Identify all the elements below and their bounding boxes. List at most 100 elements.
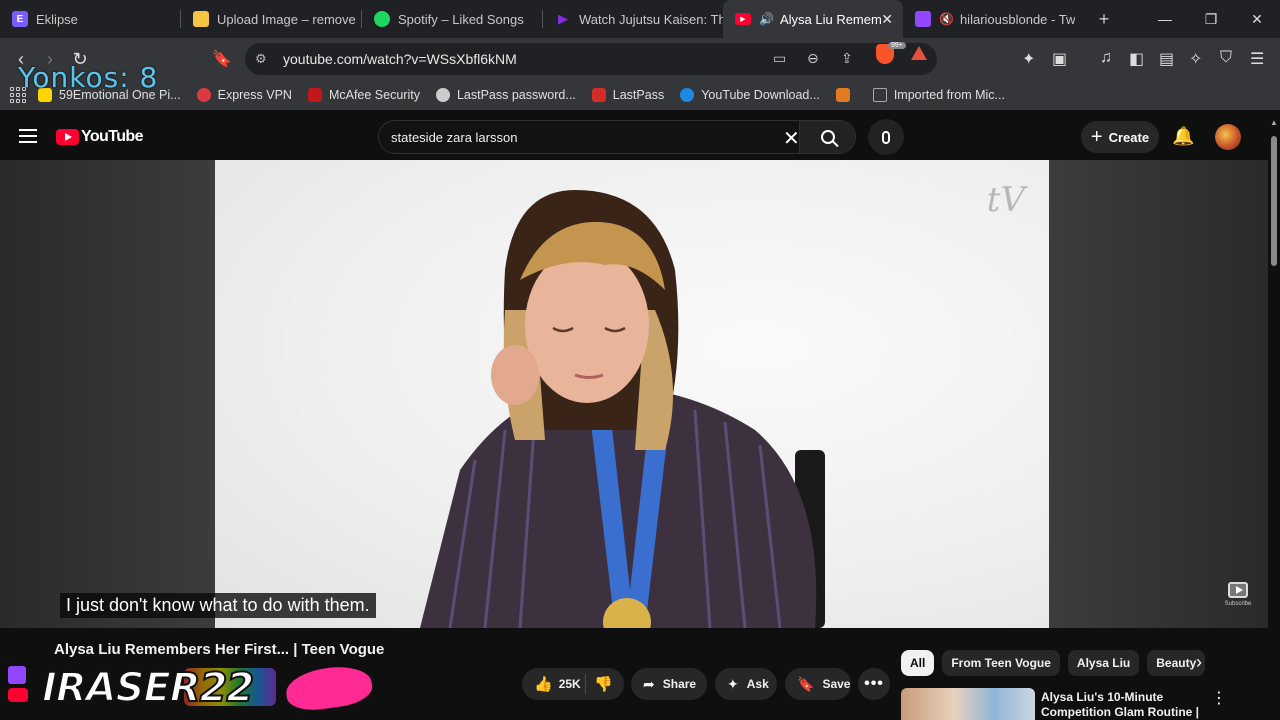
bookmark-item[interactable] — [835, 88, 857, 102]
recommended-thumbnail[interactable] — [901, 688, 1035, 720]
scroll-up-arrow-icon[interactable]: ▲ — [1270, 118, 1278, 127]
shields-badge: 99+ — [888, 42, 906, 49]
browser-tab-strip: E Eklipse Upload Image – remove Spotify … — [0, 0, 1280, 38]
address-bar[interactable]: ⚙ youtube.com/watch?v=WSsXbfl6kNM ▭ ⊖ ⇪ — [245, 43, 937, 75]
scrollbar-thumb[interactable] — [1271, 136, 1277, 266]
bookmark-item[interactable]: YouTube Download... — [680, 88, 820, 102]
tab-search-icon[interactable]: ▣ — [1052, 49, 1067, 69]
muted-speaker-icon[interactable]: 🔇 — [939, 12, 954, 26]
search-input[interactable]: stateside zara larsson ✕ — [378, 120, 856, 154]
chip-all[interactable]: All — [901, 650, 935, 676]
ask-button[interactable]: ✦ Ask — [715, 668, 777, 700]
share-page-icon[interactable]: ⇪ — [841, 50, 853, 67]
tab-upload-image[interactable]: Upload Image – remove — [181, 0, 361, 38]
bookmark-item[interactable]: LastPass password... — [435, 88, 576, 102]
thumbs-down-icon: 👎 — [594, 676, 613, 693]
bookmark-label: YouTube Download... — [701, 88, 820, 102]
create-label: Create — [1108, 129, 1150, 145]
browser-toolbar: ‹ › ↻ 🔖 ⚙ youtube.com/watch?v=WSsXbfl6kN… — [0, 38, 1280, 80]
tab-jujutsu-kaisen[interactable]: ▶ Watch Jujutsu Kaisen: Th — [543, 0, 723, 38]
window-controls: — ❐ ✕ — [1142, 0, 1280, 38]
plus-icon: + — [1090, 125, 1103, 148]
tab-title: Watch Jujutsu Kaisen: Th — [579, 11, 723, 27]
tab-title: Upload Image – remove — [217, 11, 356, 27]
new-tab-button[interactable]: + — [1089, 9, 1119, 30]
bookmark-icon: 🔖 — [797, 675, 815, 692]
cast-icon[interactable]: ▭ — [773, 50, 786, 67]
vpn-icon[interactable]: ⛉ — [1220, 49, 1232, 67]
share-button[interactable]: ➦ Share — [631, 668, 707, 700]
voice-search-button[interactable] — [868, 119, 904, 155]
brave-rewards-icon[interactable] — [911, 46, 927, 60]
more-actions-icon[interactable]: ••• — [858, 668, 890, 700]
tab-spotify[interactable]: Spotify – Liked Songs — [362, 0, 542, 38]
close-tab-icon[interactable]: ✕ — [881, 11, 893, 28]
save-button[interactable]: 🔖 Save — [785, 668, 851, 700]
video-frame[interactable]: tV — [215, 160, 1049, 628]
like-count: 25K — [558, 677, 581, 691]
clear-search-icon[interactable]: ✕ — [783, 126, 800, 151]
search-button[interactable] — [799, 121, 855, 153]
mcafee-icon — [307, 88, 322, 102]
avatar[interactable] — [1215, 124, 1241, 150]
zoom-icon[interactable]: ⊖ — [807, 50, 819, 67]
tab-title: Spotify – Liked Songs — [398, 11, 524, 27]
search-query: stateside zara larsson — [391, 130, 518, 145]
bookmark-page-icon[interactable]: 🔖 — [210, 47, 234, 71]
folder-icon — [872, 88, 887, 102]
tab-alysa-liu[interactable]: ▶ 🔊 Alysa Liu Remem ✕ — [723, 0, 903, 38]
page-scrollbar[interactable]: ▲ — [1268, 114, 1280, 720]
notifications-bell-icon[interactable]: 🔔 — [1172, 126, 1194, 147]
kebab-menu-icon[interactable]: ⋮ — [1211, 688, 1227, 708]
save-label: Save — [822, 677, 851, 691]
create-button[interactable]: + Create — [1081, 121, 1159, 153]
subscribe-watermark[interactable]: Subscribe — [1224, 582, 1252, 607]
guide-menu-icon[interactable] — [19, 129, 37, 143]
tab-title: hilariousblonde - Tw — [959, 11, 1076, 27]
expressvpn-icon — [196, 88, 211, 102]
chevron-right-icon[interactable]: › — [1196, 652, 1202, 673]
leo-ai-icon[interactable]: ✧ — [1189, 49, 1202, 69]
video-player[interactable]: tV Subscribe I just don't know what to d… — [0, 160, 1268, 628]
bookmark-folder[interactable]: Imported from Mic... — [872, 88, 1005, 102]
audio-bars-icon — [835, 88, 850, 102]
recommended-video[interactable]: Alysa Liu's 10-Minute Competition Glam R… — [901, 688, 1261, 720]
site-info-icon[interactable]: ⚙ — [255, 51, 267, 67]
extensions-icon[interactable]: ✦ — [1022, 49, 1035, 69]
search-icon — [820, 130, 835, 144]
minimize-icon[interactable]: — — [1142, 0, 1188, 38]
bookmark-item[interactable]: Express VPN — [196, 88, 292, 102]
thumbs-up-icon: 👍 — [534, 676, 553, 693]
tab-eklipse[interactable]: E Eklipse — [0, 0, 180, 38]
tab-title: Eklipse — [36, 11, 78, 27]
like-button[interactable]: 👍 25K — [522, 674, 586, 694]
microphone-icon — [882, 130, 890, 144]
speaker-icon[interactable]: 🔊 — [759, 12, 774, 26]
chip-alysa-liu[interactable]: Alysa Liu — [1067, 650, 1140, 676]
lastpass-icon — [591, 88, 606, 102]
recommended-title[interactable]: Alysa Liu's 10-Minute Competition Glam R… — [1041, 690, 1211, 720]
tab-hilariousblonde[interactable]: 🔇 hilariousblonde - Tw — [903, 0, 1083, 38]
upload-icon — [193, 11, 209, 27]
bookmark-item[interactable]: LastPass — [591, 88, 664, 102]
bookmark-label: McAfee Security — [328, 88, 420, 102]
spotify-icon — [374, 11, 390, 27]
bookmark-label: Express VPN — [217, 88, 292, 102]
menu-icon[interactable]: ☰ — [1250, 49, 1264, 69]
sidebar-icon[interactable]: ◧ — [1129, 49, 1144, 69]
restore-icon[interactable]: ❐ — [1188, 0, 1234, 38]
ask-label: Ask — [746, 677, 769, 691]
globe-icon — [435, 88, 450, 102]
chip-from-teen-vogue[interactable]: From Teen Vogue — [942, 650, 1060, 676]
youtube-logo[interactable]: YouTube — [56, 128, 143, 146]
crunchyroll-icon: ▶ — [558, 11, 568, 26]
related-filter-chips: All From Teen Vogue Alysa Liu Beauty — [901, 650, 1213, 676]
heart-decoration — [283, 662, 375, 714]
bookmark-item[interactable]: McAfee Security — [307, 88, 420, 102]
video-caption: I just don't know what to do with them. — [60, 593, 376, 618]
music-icon[interactable]: ♫ — [1100, 49, 1112, 67]
close-window-icon[interactable]: ✕ — [1234, 0, 1280, 38]
wallet-icon[interactable]: ▤ — [1159, 49, 1174, 69]
dislike-button[interactable]: 👎 — [586, 675, 613, 693]
stream-overlay-icons — [0, 664, 34, 720]
